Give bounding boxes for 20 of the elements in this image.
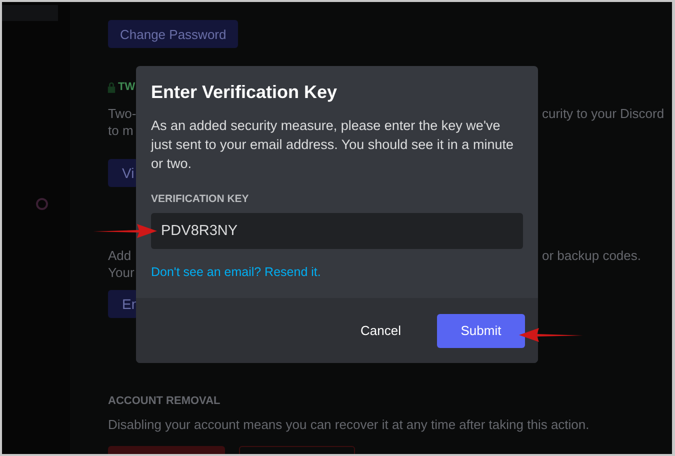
description-text: Two- xyxy=(108,106,136,121)
lock-icon xyxy=(107,82,116,92)
view-button[interactable]: Vi xyxy=(108,159,138,187)
description-text: Your xyxy=(108,265,134,280)
submit-button[interactable]: Submit xyxy=(437,314,525,348)
field-label: VERIFICATION KEY xyxy=(151,193,249,205)
input-field[interactable]: PDV8R3NY xyxy=(151,213,523,249)
section-heading: ACCOUNT REMOVAL xyxy=(108,395,222,407)
change-password-button[interactable]: Change Password xyxy=(108,20,238,48)
description-text: curity to your Discord xyxy=(542,106,664,121)
dialog-message: As an added security measure, please enter the key we've just sent to your email address. You should see it in a minute or two. xyxy=(151,117,514,173)
cancel-button[interactable]: Cancel xyxy=(346,315,415,346)
sidebar-item[interactable] xyxy=(2,5,58,21)
description-text: Add xyxy=(108,248,132,263)
description-text: or backup codes. xyxy=(542,248,642,263)
section-heading: TW xyxy=(118,81,136,93)
dialog-title: Enter Verification Key xyxy=(151,82,338,103)
resend-link[interactable]: Don't see an email? Resend it. xyxy=(151,265,321,279)
description-text: to m xyxy=(108,123,134,138)
description-text: Disabling your account means you can recover it at any time after taking this action. xyxy=(108,417,590,432)
